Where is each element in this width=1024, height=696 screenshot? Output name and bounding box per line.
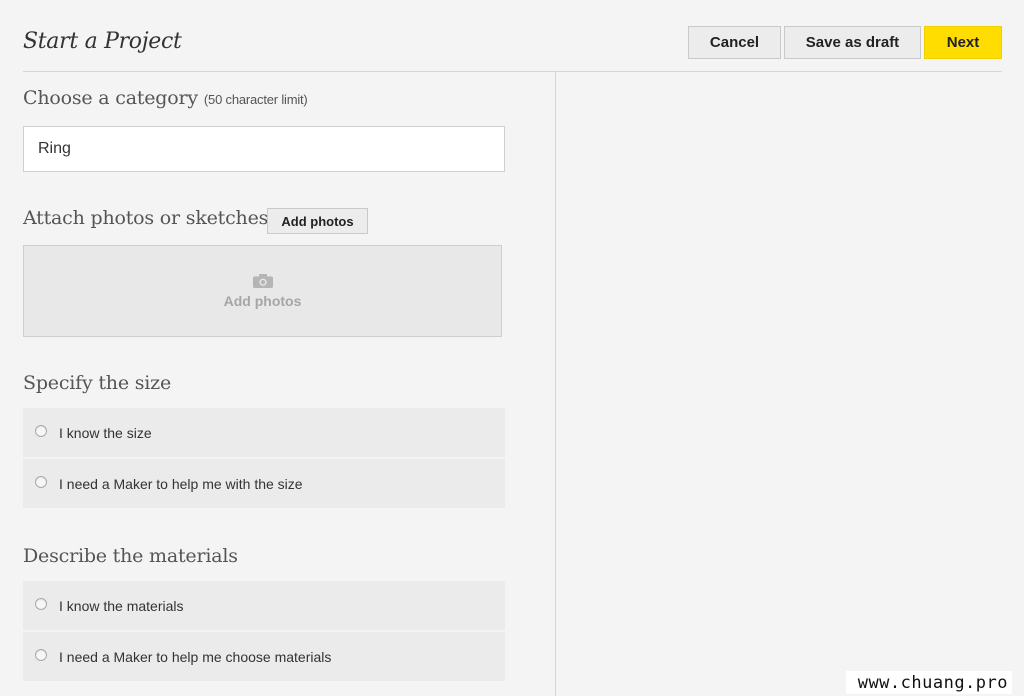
materials-heading: Describe the materials <box>23 545 238 567</box>
radio-button[interactable] <box>35 475 47 488</box>
category-input[interactable] <box>23 126 505 172</box>
option-label: I know the materials <box>59 597 184 614</box>
radio-button[interactable] <box>35 424 47 437</box>
option-label: I need a Maker to help me with the size <box>59 475 303 492</box>
cancel-button[interactable]: Cancel <box>688 26 781 59</box>
category-heading: Choose a category (50 character limit) <box>23 87 308 109</box>
photo-dropzone[interactable]: Add photos <box>23 245 502 337</box>
save-as-draft-button[interactable]: Save as draft <box>784 26 921 59</box>
materials-option-know[interactable]: I know the materials <box>23 581 505 630</box>
size-option-know[interactable]: I know the size <box>23 408 505 457</box>
radio-button[interactable] <box>35 597 47 610</box>
category-char-limit-hint: (50 character limit) <box>203 92 308 107</box>
option-label: I need a Maker to help me choose materia… <box>59 648 332 665</box>
watermark: www.chuang.pro <box>845 671 1012 694</box>
materials-option-need-maker[interactable]: I need a Maker to help me choose materia… <box>23 632 505 681</box>
size-option-need-maker[interactable]: I need a Maker to help me with the size <box>23 459 505 508</box>
option-label: I know the size <box>59 424 152 441</box>
page-header: Start a Project Cancel Save as draft Nex… <box>23 0 1002 72</box>
page-title: Start a Project <box>23 29 182 54</box>
size-heading: Specify the size <box>23 372 171 394</box>
radio-button[interactable] <box>35 648 47 661</box>
dropzone-label: Add photos <box>223 292 302 309</box>
category-heading-text: Choose a category <box>23 87 198 109</box>
photos-heading: Attach photos or sketches <box>23 207 269 229</box>
add-photos-button[interactable]: Add photos <box>267 208 368 234</box>
next-button[interactable]: Next <box>924 26 1002 59</box>
camera-icon <box>252 273 273 288</box>
column-divider <box>555 71 556 696</box>
